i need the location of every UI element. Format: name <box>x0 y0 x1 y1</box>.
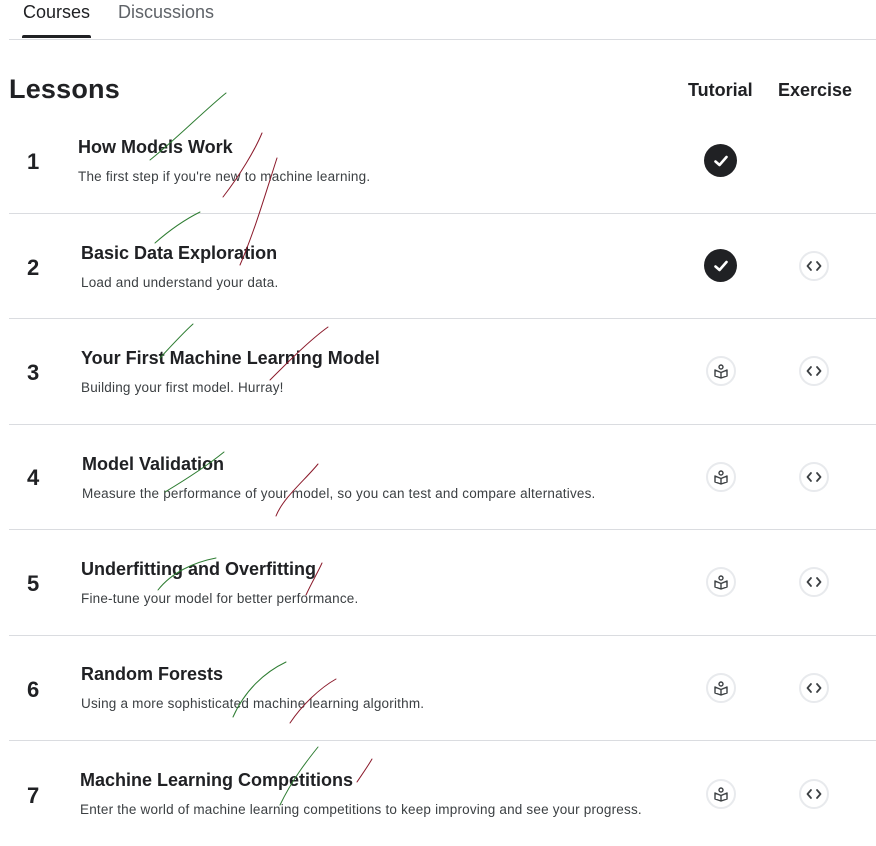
tutorial-button[interactable] <box>706 356 736 386</box>
lesson-number: 7 <box>27 783 40 808</box>
lesson-title[interactable]: Machine Learning Competitions <box>80 770 353 791</box>
lesson-description: Measure the performance of your model, s… <box>82 486 596 501</box>
code-brackets-icon <box>806 261 822 271</box>
lesson-number: 2 <box>27 255 40 280</box>
check-icon <box>713 260 728 271</box>
exercise-button[interactable] <box>799 673 829 703</box>
code-brackets-icon <box>806 683 822 693</box>
tutorial-button[interactable] <box>706 673 736 703</box>
check-icon <box>713 155 728 166</box>
exercise-button[interactable] <box>799 251 829 281</box>
book-open-icon <box>714 681 728 696</box>
lesson-description: Using a more sophisticated machine learn… <box>81 696 425 711</box>
lesson-number: 4 <box>27 465 40 490</box>
exercise-button[interactable] <box>799 462 829 492</box>
exercise-column-header: Exercise <box>778 80 853 100</box>
lesson-description: Enter the world of machine learning comp… <box>80 802 642 817</box>
tutorial-button[interactable] <box>706 567 736 597</box>
tutorial-button[interactable] <box>706 462 736 492</box>
tutorial-completed-button[interactable] <box>704 249 737 282</box>
book-open-icon <box>714 364 728 379</box>
lesson-row: 4 Model Validation Measure the performan… <box>9 424 876 530</box>
lesson-row: 5 Underfitting and Overfitting Fine-tune… <box>9 530 876 636</box>
tutorial-column-header: Tutorial <box>688 80 753 100</box>
lesson-title[interactable]: How Models Work <box>78 137 233 158</box>
lesson-number: 3 <box>27 360 40 385</box>
lesson-number: 5 <box>27 571 40 596</box>
lesson-row: 1 How Models Work The first step if you'… <box>9 108 876 214</box>
lesson-row: 7 Machine Learning Competitions Enter th… <box>9 741 876 846</box>
exercise-button[interactable] <box>799 567 829 597</box>
code-brackets-icon <box>806 366 822 376</box>
lesson-title[interactable]: Model Validation <box>82 454 224 475</box>
tab-discussions[interactable]: Discussions <box>118 2 214 23</box>
lesson-title[interactable]: Underfitting and Overfitting <box>81 559 316 580</box>
book-open-icon <box>714 575 728 590</box>
lesson-title[interactable]: Your First Machine Learning Model <box>81 348 380 369</box>
lesson-row: 3 Your First Machine Learning Model Buil… <box>9 319 876 425</box>
book-open-icon <box>714 787 728 802</box>
book-open-icon <box>714 470 728 485</box>
exercise-button[interactable] <box>799 356 829 386</box>
lesson-number: 6 <box>27 677 40 702</box>
tutorial-button[interactable] <box>706 779 736 809</box>
lesson-title[interactable]: Random Forests <box>81 664 223 685</box>
tutorial-completed-button[interactable] <box>704 144 737 177</box>
lesson-description: Building your first model. Hurray! <box>81 380 284 395</box>
lesson-row: 6 Random Forests Using a more sophistica… <box>9 635 876 741</box>
exercise-button[interactable] <box>799 779 829 809</box>
lesson-description: Load and understand your data. <box>81 275 279 290</box>
lesson-row: 2 Basic Data Exploration Load and unders… <box>9 213 876 319</box>
lesson-number: 1 <box>27 149 40 174</box>
code-brackets-icon <box>806 472 822 482</box>
lesson-description: Fine-tune your model for better performa… <box>81 591 359 606</box>
code-brackets-icon <box>806 789 822 799</box>
code-brackets-icon <box>806 577 822 587</box>
lessons-heading: Lessons <box>9 74 120 104</box>
active-tab-indicator <box>22 35 91 38</box>
lesson-description: The first step if you're new to machine … <box>78 169 371 184</box>
tab-courses[interactable]: Courses <box>23 2 90 23</box>
course-tabs: Courses Discussions <box>9 0 876 40</box>
lesson-title[interactable]: Basic Data Exploration <box>81 243 277 264</box>
